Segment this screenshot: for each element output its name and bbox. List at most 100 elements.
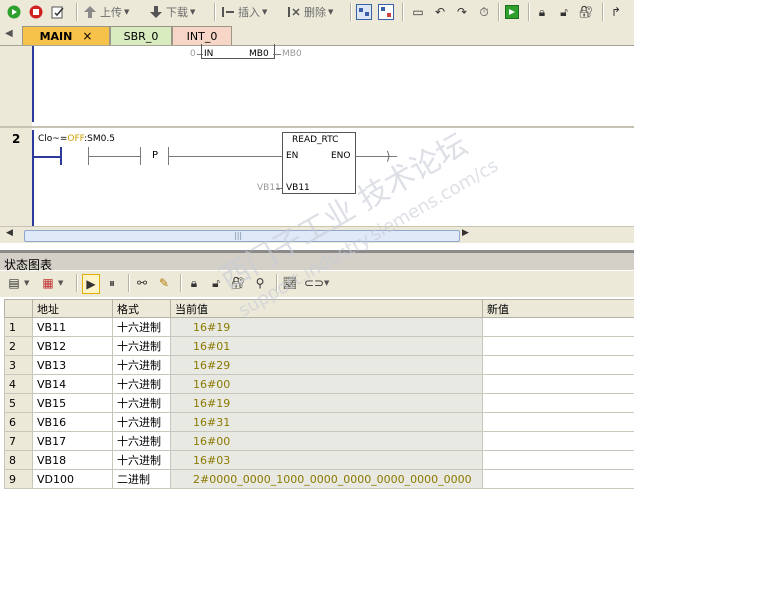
col-header-format[interactable]: 格式 bbox=[112, 299, 171, 318]
address-cell[interactable]: VB17 bbox=[32, 431, 113, 451]
unforce-all-button[interactable]: 🔐︎ bbox=[230, 274, 246, 292]
chevron-down-icon[interactable]: ▼ bbox=[190, 8, 195, 16]
tab-int-0[interactable]: INT_0 bbox=[172, 26, 232, 45]
tab-label: INT_0 bbox=[186, 29, 218, 43]
new-value-cell[interactable] bbox=[482, 336, 634, 356]
table-header: 地址 格式 当前值 新值 bbox=[4, 299, 634, 318]
tool-button-2[interactable]: ↶ bbox=[432, 3, 448, 21]
address-cell[interactable]: VB16 bbox=[32, 412, 113, 432]
table-row[interactable]: 1 VB11 十六进制 16#19 bbox=[4, 317, 634, 337]
goto-button[interactable] bbox=[504, 3, 520, 21]
table-row[interactable]: 3 VB13 十六进制 16#29 bbox=[4, 355, 634, 375]
table-row[interactable]: 2 VB12 十六进制 16#01 bbox=[4, 336, 634, 356]
insert-button[interactable]: 插入 ▼ bbox=[220, 3, 267, 21]
format-cell[interactable]: 十六进制 bbox=[112, 393, 171, 413]
new-value-cell[interactable] bbox=[482, 393, 634, 413]
new-value-cell[interactable] bbox=[482, 355, 634, 375]
unlock-button[interactable]: 🔓︎ bbox=[556, 3, 572, 21]
out-label: MB0 bbox=[249, 49, 269, 59]
options-button[interactable]: ⊂⊃ ▼ bbox=[304, 274, 329, 292]
address-cell[interactable]: VB13 bbox=[32, 355, 113, 375]
new-value-cell[interactable] bbox=[482, 412, 634, 432]
ladder-editor[interactable]: 0 IN MB0 MB0 2 Clo~=OFF:SM0.5 P READ_RTC… bbox=[0, 44, 634, 226]
read-forced-button[interactable]: ⚲ bbox=[252, 274, 268, 292]
chevron-down-icon[interactable]: ▼ bbox=[124, 8, 129, 16]
en-pin: EN bbox=[286, 151, 299, 161]
address-cell[interactable]: VB18 bbox=[32, 450, 113, 470]
format-cell[interactable]: 十六进制 bbox=[112, 317, 171, 337]
coil-end-icon: ⟩ bbox=[386, 149, 391, 163]
table-row[interactable]: 4 VB14 十六进制 16#00 bbox=[4, 374, 634, 394]
tab-label: MAIN bbox=[39, 29, 73, 43]
force-button[interactable]: 🔒︎ bbox=[186, 274, 202, 292]
format-cell[interactable]: 十六进制 bbox=[112, 412, 171, 432]
new-value-cell[interactable] bbox=[482, 374, 634, 394]
format-cell[interactable]: 十六进制 bbox=[112, 450, 171, 470]
table-row[interactable]: 6 VB16 十六进制 16#31 bbox=[4, 412, 634, 432]
program-status-icon bbox=[356, 4, 372, 20]
tool-button-3[interactable]: ↷ bbox=[454, 3, 470, 21]
download-button[interactable]: 下载 ▼ bbox=[148, 3, 195, 21]
address-cell[interactable]: VB11 bbox=[32, 317, 113, 337]
format-cell[interactable]: 十六进制 bbox=[112, 431, 171, 451]
power-rail bbox=[32, 130, 34, 226]
format-cell[interactable]: 十六进制 bbox=[112, 374, 171, 394]
contact-left-bar[interactable] bbox=[60, 147, 62, 165]
address-cell[interactable]: VB12 bbox=[32, 336, 113, 356]
connect-button[interactable]: ↱ bbox=[608, 3, 624, 21]
table-row[interactable]: 8 VB18 十六进制 16#03 bbox=[4, 450, 634, 470]
table-row[interactable]: 5 VB15 十六进制 16#19 bbox=[4, 393, 634, 413]
col-header-address[interactable]: 地址 bbox=[32, 299, 113, 318]
current-value-cell: 16#01 bbox=[170, 336, 483, 356]
main-toolbar: 上传 ▼ 下载 ▼ 插入 ▼ 删除 ▼ ▭ ↶ ↷ ⏱ 🔒︎ 🔓︎ 🔐︎ ↱ bbox=[0, 0, 634, 25]
address-cell[interactable]: VB15 bbox=[32, 393, 113, 413]
chevron-down-icon[interactable]: ▼ bbox=[328, 8, 333, 16]
program-status-button[interactable] bbox=[356, 3, 372, 21]
chevron-down-icon[interactable]: ▼ bbox=[58, 279, 63, 287]
address-cell[interactable]: VB14 bbox=[32, 374, 113, 394]
scroll-right-icon[interactable]: ▶ bbox=[462, 228, 469, 238]
format-cell[interactable]: 十六进制 bbox=[112, 336, 171, 356]
upload-button[interactable]: 上传 ▼ bbox=[82, 3, 129, 21]
compile-button[interactable] bbox=[50, 3, 66, 21]
chevron-down-icon[interactable]: ▼ bbox=[324, 279, 329, 287]
chevron-down-icon[interactable]: ▼ bbox=[24, 279, 29, 287]
read-button[interactable]: ⚯ bbox=[134, 274, 150, 292]
format-cell[interactable]: 二进制 bbox=[112, 469, 171, 489]
lock-button[interactable]: 🔒︎ bbox=[534, 3, 550, 21]
tab-sbr-0[interactable]: SBR_0 bbox=[110, 26, 172, 45]
trend-view-button[interactable]: 📈︎ bbox=[282, 274, 298, 292]
address-cell[interactable]: VD100 bbox=[32, 469, 113, 489]
table-row[interactable]: 7 VB17 十六进制 16#00 bbox=[4, 431, 634, 451]
col-header-new-value[interactable]: 新值 bbox=[482, 299, 634, 318]
horizontal-scrollbar[interactable]: ◀ ||| ▶ bbox=[0, 226, 634, 243]
row-number: 1 bbox=[4, 317, 33, 337]
stop-button[interactable] bbox=[28, 3, 44, 21]
new-value-cell[interactable] bbox=[482, 431, 634, 451]
close-icon[interactable]: × bbox=[82, 29, 92, 43]
tool-button-4[interactable]: ⏱ bbox=[476, 3, 492, 21]
table-row[interactable]: 9 VD100 二进制 2#0000_0000_1000_0000_0000_0000… bbox=[4, 469, 634, 489]
delete-row-button[interactable]: ▦ ▼ bbox=[40, 274, 63, 292]
write-button[interactable]: ✎ bbox=[156, 274, 172, 292]
download-arrow-icon bbox=[148, 4, 164, 20]
tab-main[interactable]: MAIN × bbox=[22, 26, 110, 45]
add-row-button[interactable]: ▤ ▼ bbox=[6, 274, 29, 292]
new-value-cell[interactable] bbox=[482, 317, 634, 337]
tab-scroll-left-icon[interactable]: ◀ bbox=[5, 28, 13, 39]
tool-button-1[interactable]: ▭ bbox=[410, 3, 426, 21]
col-header-current-value[interactable]: 当前值 bbox=[170, 299, 483, 318]
scroll-left-icon[interactable]: ◀ bbox=[6, 228, 13, 238]
unforce-button[interactable]: 🔓︎ bbox=[208, 274, 224, 292]
chart-status-button[interactable]: ▶ bbox=[82, 274, 100, 294]
status-chart-button[interactable] bbox=[378, 3, 394, 21]
new-value-cell[interactable] bbox=[482, 469, 634, 489]
chevron-down-icon[interactable]: ▼ bbox=[262, 8, 267, 16]
new-value-cell[interactable] bbox=[482, 450, 634, 470]
pause-chart-button[interactable]: ⏸ bbox=[104, 274, 120, 292]
delete-button[interactable]: 删除 ▼ bbox=[286, 3, 333, 21]
unlock-all-button[interactable]: 🔐︎ bbox=[578, 3, 594, 21]
format-cell[interactable]: 十六进制 bbox=[112, 355, 171, 375]
run-button[interactable] bbox=[6, 3, 22, 21]
row-number: 9 bbox=[4, 469, 33, 489]
